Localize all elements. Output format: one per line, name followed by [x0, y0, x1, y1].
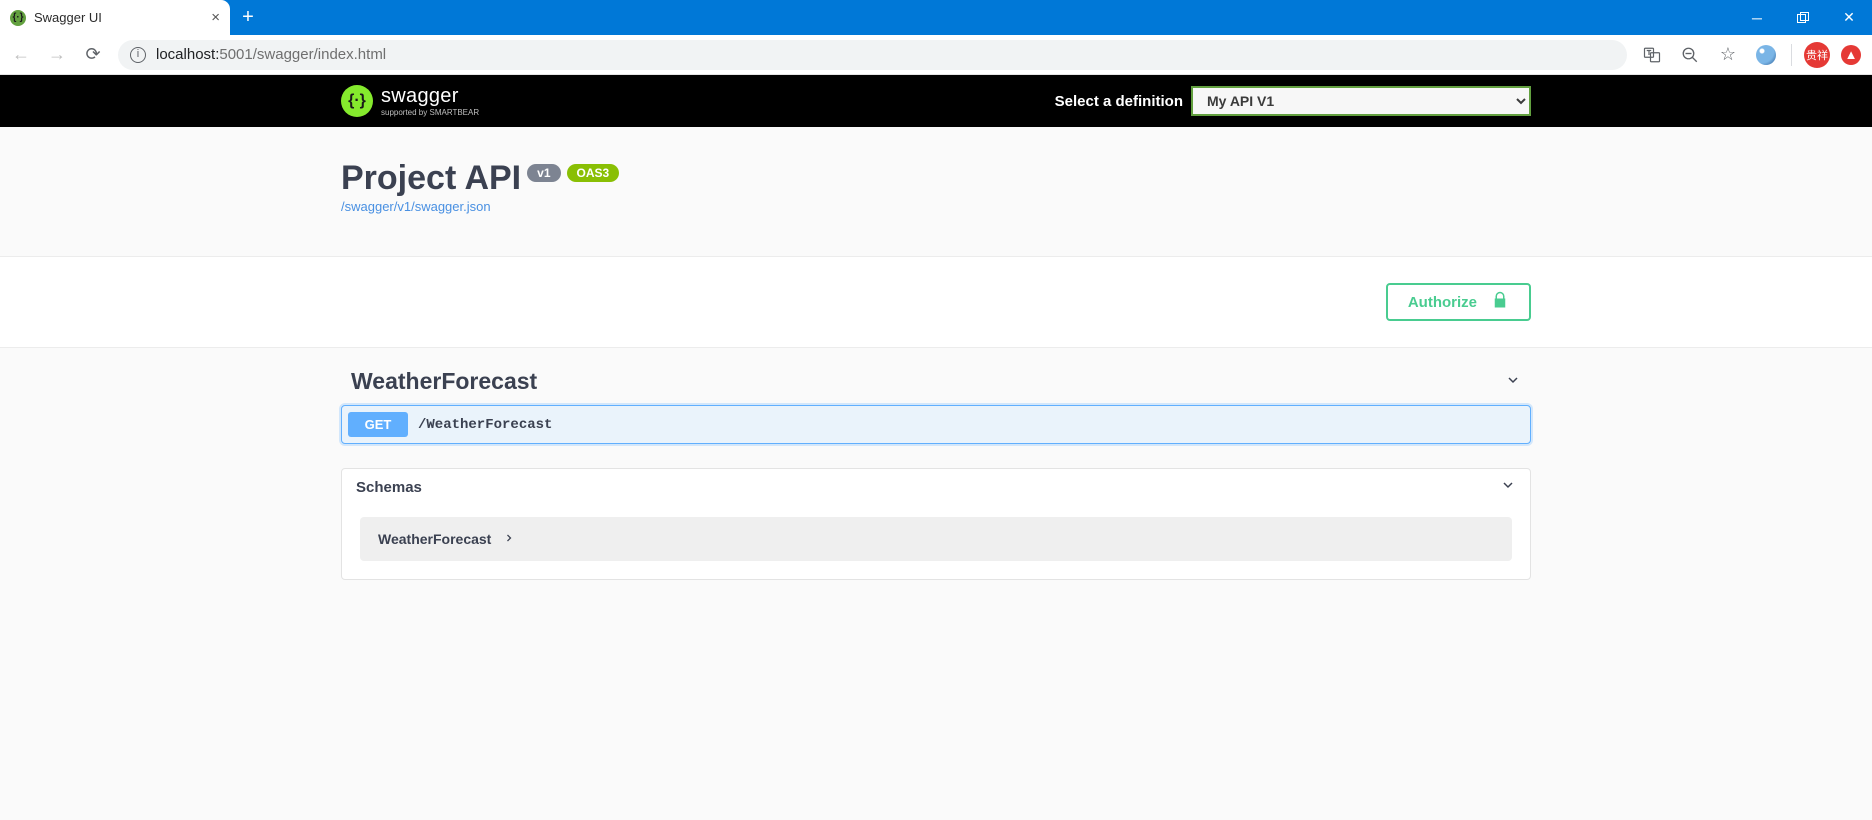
operation-summary[interactable]: GET /WeatherForecast	[342, 406, 1530, 443]
page-content: {·} swagger supported by SMARTBEAR Selec…	[0, 75, 1872, 820]
schemas-section: Schemas WeatherForecast	[341, 468, 1531, 580]
tag-header[interactable]: WeatherForecast	[341, 348, 1531, 405]
operation-block: GET /WeatherForecast	[341, 405, 1531, 444]
definition-selector: Select a definition My API V1	[1055, 86, 1531, 116]
extension-firefox-icon[interactable]	[1749, 38, 1783, 72]
method-badge: GET	[348, 412, 408, 437]
translate-icon[interactable]	[1635, 38, 1669, 72]
authorize-button-label: Authorize	[1408, 294, 1477, 311]
swagger-logo-text: swagger	[381, 86, 479, 106]
chevron-down-icon	[1500, 477, 1516, 497]
swagger-favicon-icon: {·}	[10, 10, 26, 26]
operation-path: /WeatherForecast	[418, 417, 552, 433]
schemas-label: Schemas	[356, 479, 422, 496]
authorize-button[interactable]: Authorize	[1386, 283, 1531, 321]
lock-icon	[1491, 291, 1509, 313]
schema-item[interactable]: WeatherForecast	[360, 517, 1512, 561]
chevron-right-icon	[503, 531, 515, 547]
spec-url-link[interactable]: /swagger/v1/swagger.json	[341, 199, 491, 214]
tag-name: WeatherForecast	[351, 368, 537, 395]
nav-reload-icon[interactable]: ⟳	[76, 38, 110, 72]
tab-title: Swagger UI	[34, 10, 203, 25]
window-controls: ─ ✕	[1734, 0, 1872, 35]
tab-close-icon[interactable]: ×	[211, 9, 220, 26]
new-tab-button[interactable]: +	[230, 0, 266, 35]
address-bar[interactable]: i localhost:5001/swagger/index.html	[118, 40, 1627, 70]
schema-item-name: WeatherForecast	[378, 531, 491, 547]
swagger-logo-icon: {·}	[341, 85, 373, 117]
window-maximize-icon[interactable]	[1780, 0, 1826, 35]
swagger-top-bar: {·} swagger supported by SMARTBEAR Selec…	[0, 75, 1872, 127]
api-oas-badge: OAS3	[567, 164, 620, 182]
chevron-down-icon	[1505, 372, 1521, 391]
notification-icon[interactable]: ▲	[1838, 38, 1864, 72]
window-minimize-icon[interactable]: ─	[1734, 0, 1780, 35]
definition-select[interactable]: My API V1	[1191, 86, 1531, 116]
api-title: Project API	[341, 159, 521, 198]
browser-titlebar: {·} Swagger UI × + ─ ✕	[0, 0, 1872, 35]
bookmark-star-icon[interactable]: ☆	[1711, 38, 1745, 72]
site-info-icon[interactable]: i	[130, 47, 146, 63]
swagger-logo[interactable]: {·} swagger supported by SMARTBEAR	[341, 85, 479, 117]
browser-urlbar: ← → ⟳ i localhost:5001/swagger/index.htm…	[0, 35, 1872, 75]
schemas-header[interactable]: Schemas	[342, 469, 1530, 505]
url-text: localhost:5001/swagger/index.html	[156, 46, 386, 63]
browser-tab[interactable]: {·} Swagger UI ×	[0, 0, 230, 35]
window-close-icon[interactable]: ✕	[1826, 0, 1872, 35]
api-info-section: Project API v1 OAS3 /swagger/v1/swagger.…	[341, 127, 1531, 256]
zoom-out-icon[interactable]	[1673, 38, 1707, 72]
profile-avatar[interactable]: 贵祥	[1800, 38, 1834, 72]
nav-back-icon[interactable]: ←	[4, 38, 38, 72]
swagger-logo-subtext: supported by SMARTBEAR	[381, 109, 479, 117]
toolbar-right-icons: ☆ 贵祥 ▲	[1635, 38, 1868, 72]
api-version-badge: v1	[527, 164, 560, 182]
auth-band: Authorize	[0, 256, 1872, 348]
toolbar-divider	[1791, 44, 1792, 66]
definition-label: Select a definition	[1055, 93, 1183, 110]
nav-forward-icon[interactable]: →	[40, 38, 74, 72]
